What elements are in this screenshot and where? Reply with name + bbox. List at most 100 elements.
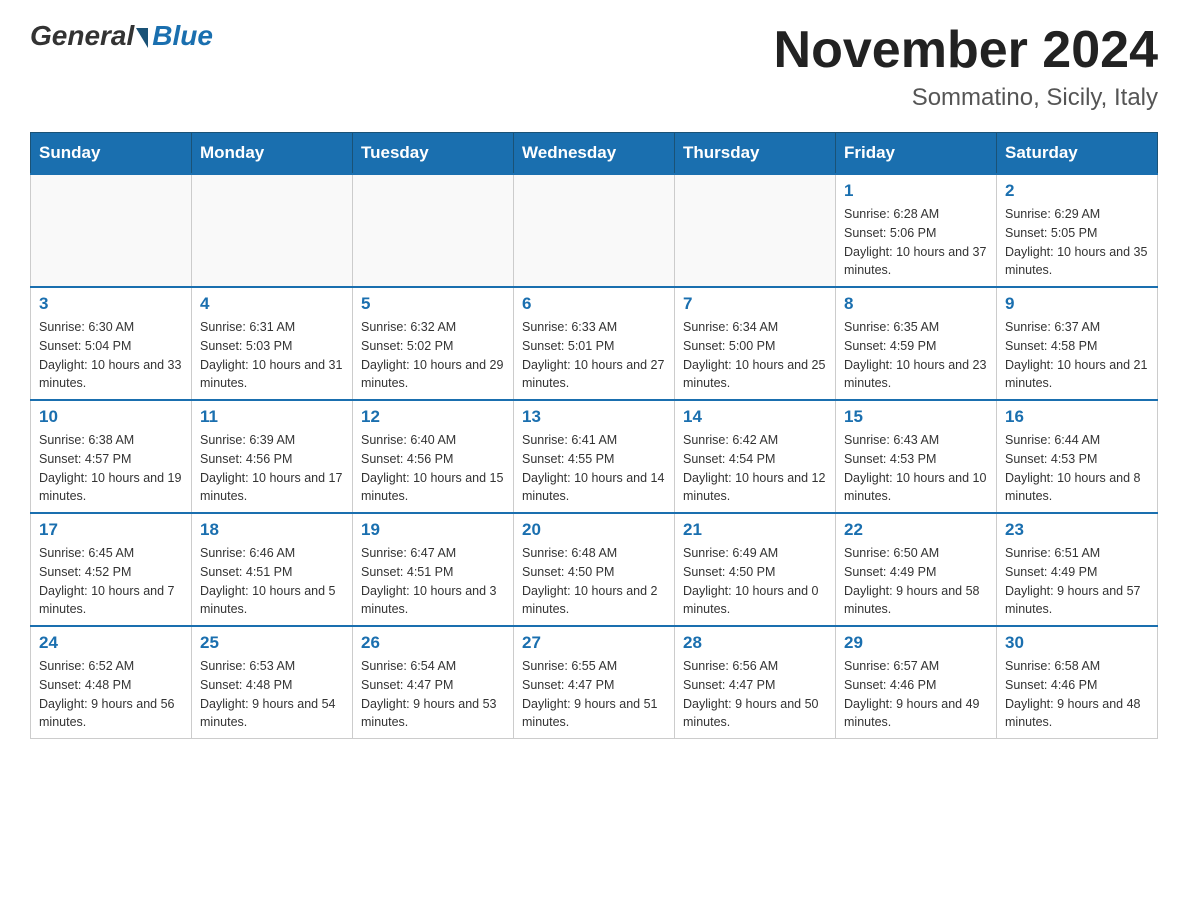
calendar-cell xyxy=(514,174,675,287)
calendar-cell xyxy=(675,174,836,287)
calendar-cell: 15 Sunrise: 6:43 AMSunset: 4:53 PMDayligh… xyxy=(836,400,997,513)
calendar-cell: 2Sunrise: 6:29 AMSunset: 5:05 PMDaylight… xyxy=(997,174,1158,287)
calendar-cell: 24 Sunrise: 6:52 AMSunset: 4:48 PMDayligh… xyxy=(31,626,192,739)
calendar-table: SundayMondayTuesdayWednesdayThursdayFrid… xyxy=(30,132,1158,739)
day-number: 18 xyxy=(200,520,344,540)
day-number: 6 xyxy=(522,294,666,314)
week-row-2: 3Sunrise: 6:30 AMSunset: 5:04 PMDaylight… xyxy=(31,287,1158,400)
day-info: Sunrise: 6:45 AMSunset: 4:52 PMDaylight:… xyxy=(39,544,183,619)
calendar-cell: 17 Sunrise: 6:45 AMSunset: 4:52 PMDayligh… xyxy=(31,513,192,626)
logo-general-text: General xyxy=(30,20,134,52)
day-info: Sunrise: 6:32 AMSunset: 5:02 PMDaylight:… xyxy=(361,318,505,393)
calendar-cell: 5 Sunrise: 6:32 AMSunset: 5:02 PMDaylight… xyxy=(353,287,514,400)
col-header-thursday: Thursday xyxy=(675,133,836,175)
month-title: November 2024 xyxy=(774,20,1158,80)
day-info: Sunrise: 6:48 AMSunset: 4:50 PMDaylight:… xyxy=(522,544,666,619)
day-number: 25 xyxy=(200,633,344,653)
week-row-5: 24 Sunrise: 6:52 AMSunset: 4:48 PMDayligh… xyxy=(31,626,1158,739)
day-number: 27 xyxy=(522,633,666,653)
calendar-cell: 20 Sunrise: 6:48 AMSunset: 4:50 PMDayligh… xyxy=(514,513,675,626)
calendar-cell xyxy=(31,174,192,287)
calendar-cell: 9 Sunrise: 6:37 AMSunset: 4:58 PMDaylight… xyxy=(997,287,1158,400)
logo-blue-text: Blue xyxy=(152,20,213,52)
day-number: 8 xyxy=(844,294,988,314)
day-info: Sunrise: 6:37 AMSunset: 4:58 PMDaylight:… xyxy=(1005,318,1149,393)
calendar-cell: 28 Sunrise: 6:56 AMSunset: 4:47 PMDayligh… xyxy=(675,626,836,739)
day-info: Sunrise: 6:39 AMSunset: 4:56 PMDaylight:… xyxy=(200,431,344,506)
day-info: Sunrise: 6:52 AMSunset: 4:48 PMDaylight:… xyxy=(39,657,183,732)
day-info: Sunrise: 6:57 AMSunset: 4:46 PMDaylight:… xyxy=(844,657,988,732)
calendar-cell xyxy=(353,174,514,287)
calendar-cell: 14Sunrise: 6:42 AMSunset: 4:54 PMDayligh… xyxy=(675,400,836,513)
day-number: 30 xyxy=(1005,633,1149,653)
day-info: Sunrise: 6:28 AMSunset: 5:06 PMDaylight:… xyxy=(844,205,988,280)
day-number: 29 xyxy=(844,633,988,653)
day-info: Sunrise: 6:46 AMSunset: 4:51 PMDaylight:… xyxy=(200,544,344,619)
day-info: Sunrise: 6:55 AMSunset: 4:47 PMDaylight:… xyxy=(522,657,666,732)
day-number: 20 xyxy=(522,520,666,540)
day-info: Sunrise: 6:53 AMSunset: 4:48 PMDaylight:… xyxy=(200,657,344,732)
location-title: Sommatino, Sicily, Italy xyxy=(774,84,1158,112)
day-number: 11 xyxy=(200,407,344,427)
day-info: Sunrise: 6:50 AMSunset: 4:49 PMDaylight:… xyxy=(844,544,988,619)
day-info: Sunrise: 6:29 AMSunset: 5:05 PMDaylight:… xyxy=(1005,205,1149,280)
col-header-sunday: Sunday xyxy=(31,133,192,175)
day-number: 28 xyxy=(683,633,827,653)
day-info: Sunrise: 6:58 AMSunset: 4:46 PMDaylight:… xyxy=(1005,657,1149,732)
title-section: November 2024 Sommatino, Sicily, Italy xyxy=(774,20,1158,112)
day-info: Sunrise: 6:49 AMSunset: 4:50 PMDaylight:… xyxy=(683,544,827,619)
calendar-cell: 29 Sunrise: 6:57 AMSunset: 4:46 PMDayligh… xyxy=(836,626,997,739)
calendar-cell: 6 Sunrise: 6:33 AMSunset: 5:01 PMDaylight… xyxy=(514,287,675,400)
day-number: 3 xyxy=(39,294,183,314)
col-header-saturday: Saturday xyxy=(997,133,1158,175)
col-header-friday: Friday xyxy=(836,133,997,175)
col-header-tuesday: Tuesday xyxy=(353,133,514,175)
day-info: Sunrise: 6:44 AMSunset: 4:53 PMDaylight:… xyxy=(1005,431,1149,506)
calendar-header-row: SundayMondayTuesdayWednesdayThursdayFrid… xyxy=(31,133,1158,175)
day-number: 13 xyxy=(522,407,666,427)
calendar-cell: 23 Sunrise: 6:51 AMSunset: 4:49 PMDayligh… xyxy=(997,513,1158,626)
day-number: 19 xyxy=(361,520,505,540)
day-number: 7 xyxy=(683,294,827,314)
calendar-cell: 26 Sunrise: 6:54 AMSunset: 4:47 PMDayligh… xyxy=(353,626,514,739)
day-number: 10 xyxy=(39,407,183,427)
day-info: Sunrise: 6:47 AMSunset: 4:51 PMDaylight:… xyxy=(361,544,505,619)
day-number: 5 xyxy=(361,294,505,314)
calendar-cell: 11 Sunrise: 6:39 AMSunset: 4:56 PMDayligh… xyxy=(192,400,353,513)
calendar-cell: 21 Sunrise: 6:49 AMSunset: 4:50 PMDayligh… xyxy=(675,513,836,626)
day-info: Sunrise: 6:34 AMSunset: 5:00 PMDaylight:… xyxy=(683,318,827,393)
day-number: 4 xyxy=(200,294,344,314)
day-number: 9 xyxy=(1005,294,1149,314)
day-info: Sunrise: 6:54 AMSunset: 4:47 PMDaylight:… xyxy=(361,657,505,732)
week-row-3: 10 Sunrise: 6:38 AMSunset: 4:57 PMDayligh… xyxy=(31,400,1158,513)
day-info: Sunrise: 6:43 AMSunset: 4:53 PMDaylight:… xyxy=(844,431,988,506)
page-header: General Blue November 2024 Sommatino, Si… xyxy=(30,20,1158,112)
day-info: Sunrise: 6:33 AMSunset: 5:01 PMDaylight:… xyxy=(522,318,666,393)
calendar-cell: 27 Sunrise: 6:55 AMSunset: 4:47 PMDayligh… xyxy=(514,626,675,739)
day-info: Sunrise: 6:40 AMSunset: 4:56 PMDaylight:… xyxy=(361,431,505,506)
calendar-cell: 3Sunrise: 6:30 AMSunset: 5:04 PMDaylight… xyxy=(31,287,192,400)
week-row-1: 1Sunrise: 6:28 AMSunset: 5:06 PMDaylight… xyxy=(31,174,1158,287)
calendar-cell: 4Sunrise: 6:31 AMSunset: 5:03 PMDaylight… xyxy=(192,287,353,400)
calendar-cell xyxy=(192,174,353,287)
col-header-wednesday: Wednesday xyxy=(514,133,675,175)
calendar-cell: 12 Sunrise: 6:40 AMSunset: 4:56 PMDayligh… xyxy=(353,400,514,513)
calendar-cell: 10 Sunrise: 6:38 AMSunset: 4:57 PMDayligh… xyxy=(31,400,192,513)
day-number: 14 xyxy=(683,407,827,427)
calendar-cell: 13Sunrise: 6:41 AMSunset: 4:55 PMDayligh… xyxy=(514,400,675,513)
day-number: 21 xyxy=(683,520,827,540)
day-number: 17 xyxy=(39,520,183,540)
day-info: Sunrise: 6:51 AMSunset: 4:49 PMDaylight:… xyxy=(1005,544,1149,619)
day-number: 23 xyxy=(1005,520,1149,540)
day-number: 24 xyxy=(39,633,183,653)
day-info: Sunrise: 6:35 AMSunset: 4:59 PMDaylight:… xyxy=(844,318,988,393)
day-number: 26 xyxy=(361,633,505,653)
day-number: 15 xyxy=(844,407,988,427)
logo-arrow-icon xyxy=(136,28,148,48)
col-header-monday: Monday xyxy=(192,133,353,175)
day-number: 22 xyxy=(844,520,988,540)
day-info: Sunrise: 6:56 AMSunset: 4:47 PMDaylight:… xyxy=(683,657,827,732)
day-info: Sunrise: 6:38 AMSunset: 4:57 PMDaylight:… xyxy=(39,431,183,506)
calendar-cell: 22 Sunrise: 6:50 AMSunset: 4:49 PMDayligh… xyxy=(836,513,997,626)
day-number: 12 xyxy=(361,407,505,427)
